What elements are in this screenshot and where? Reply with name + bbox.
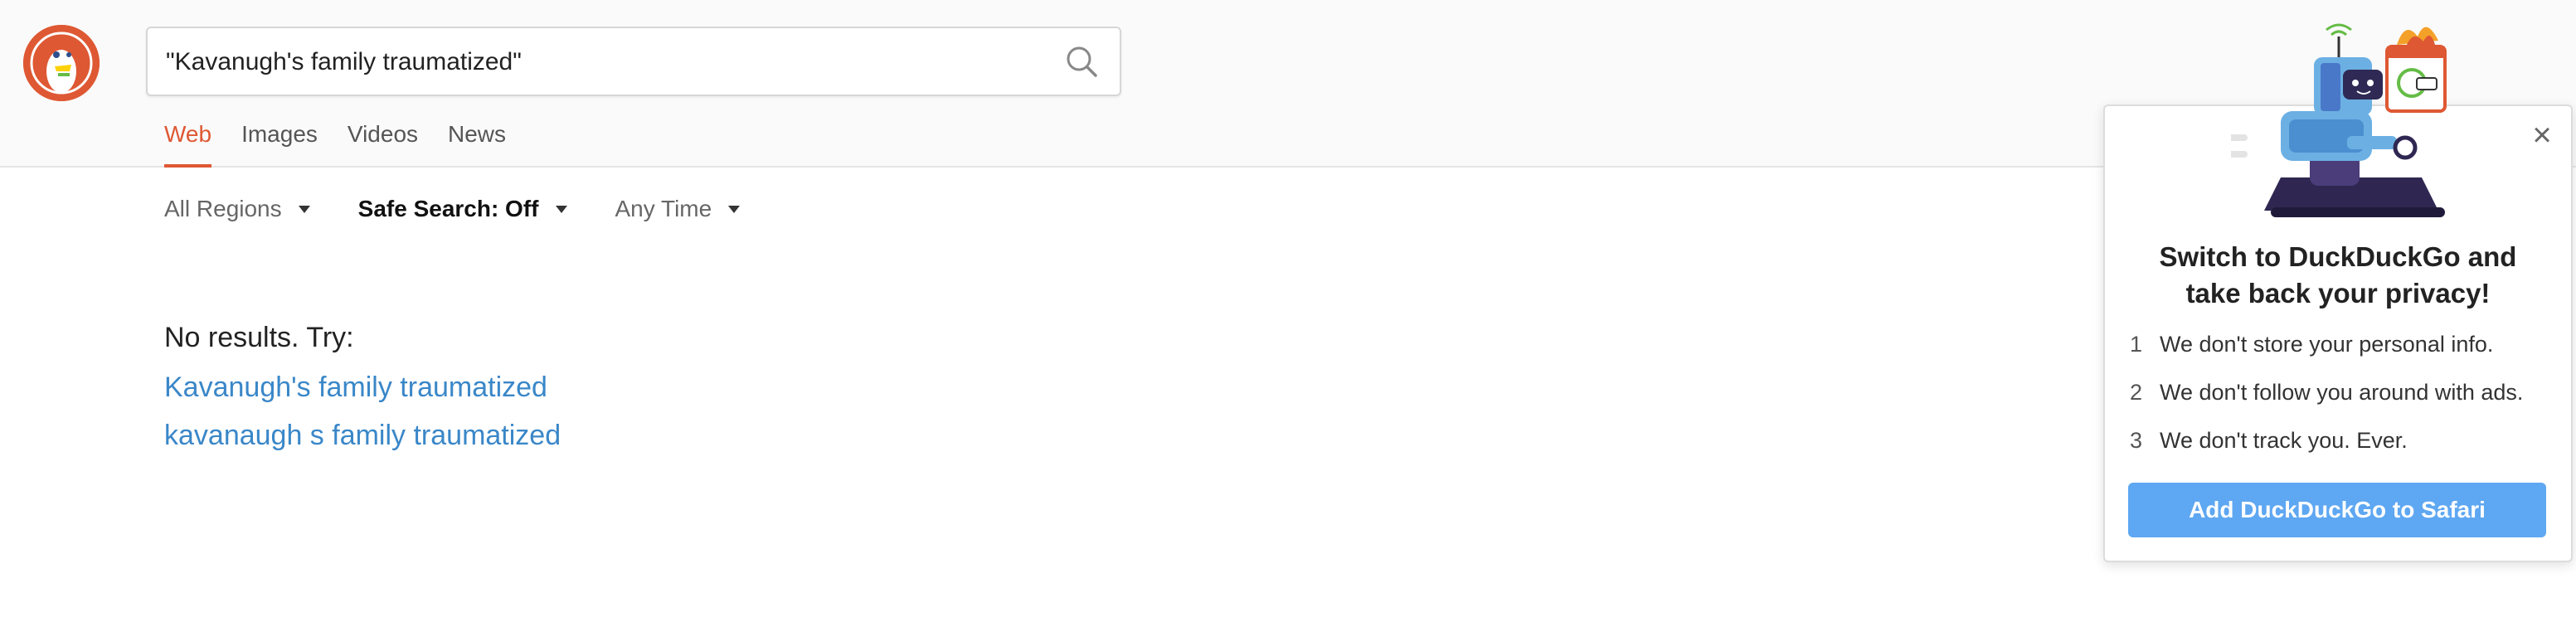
point-text: We don't store your personal info. — [2160, 332, 2494, 357]
popup-title-line1: Switch to DuckDuckGo and — [2159, 241, 2517, 272]
point-text: We don't track you. Ever. — [2160, 428, 2408, 453]
tab-videos[interactable]: Videos — [348, 121, 418, 166]
duckduckgo-logo[interactable] — [23, 25, 100, 101]
point-number: 2 — [2130, 380, 2143, 405]
point-text: We don't follow you around with ads. — [2160, 380, 2524, 405]
suggestion-link[interactable]: Kavanugh's family traumatized — [164, 372, 547, 404]
safe-search-filter[interactable]: Safe Search: Off — [358, 196, 567, 222]
caret-down-icon — [728, 205, 741, 213]
popup-title: Switch to DuckDuckGo and take back your … — [2105, 239, 2571, 312]
region-filter[interactable]: All Regions — [164, 196, 310, 222]
privacy-point: 2 We don't follow you around with ads. — [2130, 380, 2523, 406]
point-number: 1 — [2130, 332, 2143, 357]
point-number: 3 — [2130, 428, 2143, 453]
time-filter-label: Any Time — [615, 196, 712, 221]
robot-illustration — [2231, 23, 2447, 217]
filter-bar: All Regions Safe Search: Off Any Time — [164, 196, 788, 222]
search-icon[interactable] — [1065, 45, 1098, 78]
tab-web[interactable]: Web — [164, 121, 212, 168]
privacy-point: 3 We don't track you. Ever. — [2130, 428, 2408, 454]
popup-title-line2: take back your privacy! — [2185, 278, 2491, 308]
duck-icon — [25, 27, 98, 100]
add-to-safari-button[interactable]: Add DuckDuckGo to Safari — [2128, 483, 2546, 537]
region-filter-label: All Regions — [164, 196, 282, 221]
caret-down-icon — [555, 205, 567, 213]
time-filter[interactable]: Any Time — [615, 196, 741, 222]
search-tabs: Web Images Videos News — [164, 121, 536, 168]
no-results-text: No results. Try: — [164, 322, 354, 353]
tab-images[interactable]: Images — [241, 121, 318, 166]
close-icon[interactable]: × — [2528, 119, 2556, 152]
search-box — [146, 27, 1121, 96]
caret-down-icon — [298, 205, 310, 213]
privacy-point: 1 We don't store your personal info. — [2130, 332, 2493, 357]
tab-news[interactable]: News — [448, 121, 506, 166]
safe-search-label: Safe Search: Off — [357, 196, 539, 221]
suggestion-link[interactable]: kavanaugh s family traumatized — [164, 420, 561, 452]
search-input[interactable] — [164, 28, 1030, 96]
